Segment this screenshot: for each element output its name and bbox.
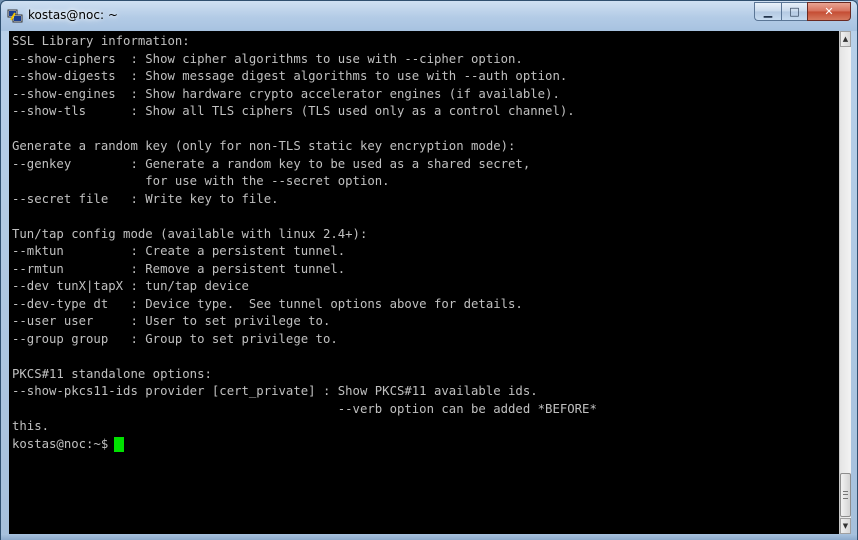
terminal-line: --show-digests : Show message digest alg… xyxy=(12,69,568,83)
maximize-icon: □ xyxy=(789,5,800,18)
terminal-line: --genkey : Generate a random key to be u… xyxy=(12,156,531,171)
window-title: kostas@noc: ~ xyxy=(28,8,118,22)
terminal-line: this. xyxy=(12,419,50,433)
terminal-line: --dev tunX|tapX : tun/tap device xyxy=(12,279,249,293)
terminal-line: --rmtun : Remove a persistent tunnel. xyxy=(12,261,346,276)
grip-icon xyxy=(843,491,848,499)
minimize-icon: ▁ xyxy=(763,5,773,18)
text-cursor xyxy=(114,436,125,452)
vertical-scrollbar[interactable]: ▲ ▼ xyxy=(839,31,851,534)
prompt-line[interactable]: kostas@noc:~$ xyxy=(12,436,597,454)
terminal-line: Tun/tap config mode (available with linu… xyxy=(12,226,368,241)
terminal-output[interactable]: SSL Library information: --show-ciphers :… xyxy=(9,31,839,534)
maximize-button[interactable]: □ xyxy=(781,2,807,21)
title-bar[interactable]: kostas@noc: ~ ▁ □ ✕ xyxy=(1,1,857,31)
arrow-up-icon: ▲ xyxy=(842,35,849,43)
caption-buttons: ▁ □ ✕ xyxy=(754,2,851,22)
terminal-line: --group group : Group to set privilege t… xyxy=(12,331,338,346)
terminal-line: --secret file : Write key to file. xyxy=(12,191,279,206)
terminal-window: kostas@noc: ~ ▁ □ ✕ SSL Library informat… xyxy=(0,0,858,540)
scroll-up-button[interactable]: ▲ xyxy=(840,31,851,47)
terminal-line: for use with the --secret option. xyxy=(12,174,390,188)
putty-icon[interactable] xyxy=(7,8,23,24)
terminal-line: --show-ciphers : Show cipher algorithms … xyxy=(12,51,523,66)
arrow-down-icon: ▼ xyxy=(842,522,849,530)
scrollbar-thumb[interactable] xyxy=(840,473,851,517)
terminal-line: --mktun : Create a persistent tunnel. xyxy=(12,244,346,258)
scroll-down-button[interactable]: ▼ xyxy=(840,518,851,534)
terminal-line: --show-engines : Show hardware crypto ac… xyxy=(12,86,560,101)
minimize-button[interactable]: ▁ xyxy=(754,2,781,21)
shell-prompt: kostas@noc:~$ xyxy=(12,436,109,451)
window-bottom-frame xyxy=(1,534,857,540)
terminal-line: --dev-type dt : Device type. See tunnel … xyxy=(12,296,523,311)
terminal-line: SSL Library information: xyxy=(12,34,190,48)
close-button[interactable]: ✕ xyxy=(807,2,851,21)
terminal-line: --show-tls : Show all TLS ciphers (TLS u… xyxy=(12,104,575,118)
terminal-line: --verb option can be added *BEFORE* xyxy=(12,401,597,416)
close-icon: ✕ xyxy=(824,5,834,18)
terminal-line: --show-pkcs11-ids provider [cert_private… xyxy=(12,384,538,398)
terminal-line: Generate a random key (only for non-TLS … xyxy=(12,139,516,153)
terminal-text: SSL Library information: --show-ciphers :… xyxy=(12,33,597,453)
terminal-line: PKCS#11 standalone options: xyxy=(12,366,212,381)
terminal-line: --user user : User to set privilege to. xyxy=(12,314,331,328)
